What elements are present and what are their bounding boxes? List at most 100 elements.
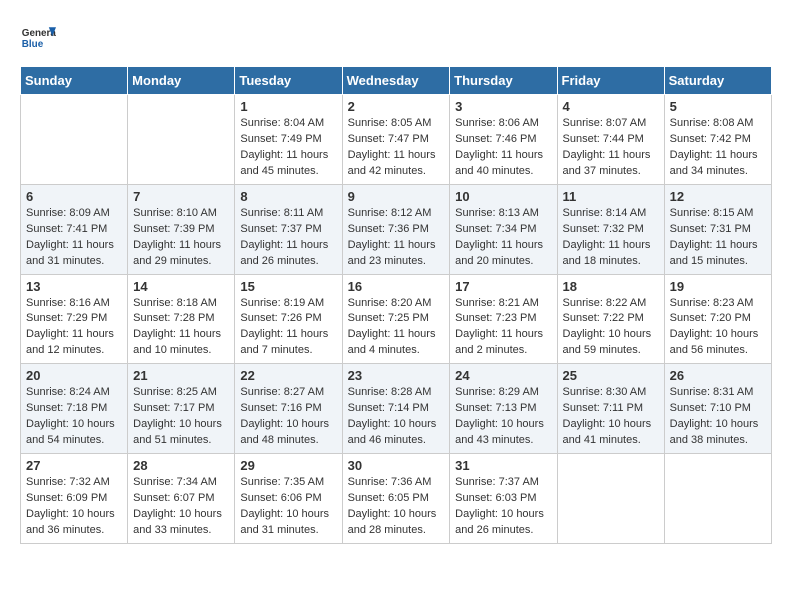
- day-info: Sunrise: 8:05 AM Sunset: 7:47 PM Dayligh…: [348, 116, 445, 180]
- day-number: 21: [133, 368, 229, 383]
- weekday-header: Saturday: [664, 67, 771, 95]
- calendar-cell: 7 Sunrise: 8:10 AM Sunset: 7:39 PM Daylig…: [128, 184, 235, 274]
- weekday-header: Sunday: [21, 67, 128, 95]
- calendar-cell: 27Sunrise: 7:32 AM Sunset: 6:09 PM Dayli…: [21, 454, 128, 544]
- calendar-cell: 12Sunrise: 8:15 AM Sunset: 7:31 PM Dayli…: [664, 184, 771, 274]
- day-number: 9: [348, 189, 445, 204]
- page-header: General Blue: [20, 20, 772, 56]
- day-number: 6: [26, 189, 122, 204]
- calendar-cell: 9 Sunrise: 8:12 AM Sunset: 7:36 PM Daylig…: [342, 184, 450, 274]
- calendar-header-row: SundayMondayTuesdayWednesdayThursdayFrid…: [21, 67, 772, 95]
- day-info: Sunrise: 8:28 AM Sunset: 7:14 PM Dayligh…: [348, 385, 445, 449]
- day-info: Sunrise: 8:20 AM Sunset: 7:25 PM Dayligh…: [348, 296, 445, 360]
- day-info: Sunrise: 8:19 AM Sunset: 7:26 PM Dayligh…: [240, 296, 336, 360]
- calendar-cell: 10 Sunrise: 8:13 AM Sunset: 7:34 PM Dayli…: [450, 184, 557, 274]
- weekday-header: Tuesday: [235, 67, 342, 95]
- calendar-cell: 23Sunrise: 8:28 AM Sunset: 7:14 PM Dayli…: [342, 364, 450, 454]
- calendar-week-row: 6 Sunrise: 8:09 AM Sunset: 7:41 PM Daylig…: [21, 184, 772, 274]
- calendar-cell: 6 Sunrise: 8:09 AM Sunset: 7:41 PM Daylig…: [21, 184, 128, 274]
- day-info: Sunrise: 8:11 AM Sunset: 7:37 PM Dayligh…: [240, 206, 336, 270]
- day-info: Sunrise: 8:27 AM Sunset: 7:16 PM Dayligh…: [240, 385, 336, 449]
- day-info: Sunrise: 7:37 AM Sunset: 6:03 PM Dayligh…: [455, 475, 551, 539]
- calendar-week-row: 27Sunrise: 7:32 AM Sunset: 6:09 PM Dayli…: [21, 454, 772, 544]
- calendar-cell: [664, 454, 771, 544]
- day-info: Sunrise: 8:24 AM Sunset: 7:18 PM Dayligh…: [26, 385, 122, 449]
- day-info: Sunrise: 8:23 AM Sunset: 7:20 PM Dayligh…: [670, 296, 766, 360]
- day-number: 13: [26, 279, 122, 294]
- day-number: 3: [455, 99, 551, 114]
- calendar-cell: 3 Sunrise: 8:06 AM Sunset: 7:46 PM Daylig…: [450, 95, 557, 185]
- calendar-cell: 29 Sunrise: 7:35 AM Sunset: 6:06 PM Dayli…: [235, 454, 342, 544]
- day-info: Sunrise: 7:36 AM Sunset: 6:05 PM Dayligh…: [348, 475, 445, 539]
- day-info: Sunrise: 8:29 AM Sunset: 7:13 PM Dayligh…: [455, 385, 551, 449]
- calendar-cell: 2 Sunrise: 8:05 AM Sunset: 7:47 PM Daylig…: [342, 95, 450, 185]
- day-info: Sunrise: 8:13 AM Sunset: 7:34 PM Dayligh…: [455, 206, 551, 270]
- day-number: 19: [670, 279, 766, 294]
- calendar-cell: 4 Sunrise: 8:07 AM Sunset: 7:44 PM Daylig…: [557, 95, 664, 185]
- day-info: Sunrise: 8:06 AM Sunset: 7:46 PM Dayligh…: [455, 116, 551, 180]
- day-info: Sunrise: 8:25 AM Sunset: 7:17 PM Dayligh…: [133, 385, 229, 449]
- svg-text:Blue: Blue: [22, 39, 44, 50]
- calendar-cell: 20 Sunrise: 8:24 AM Sunset: 7:18 PM Dayli…: [21, 364, 128, 454]
- day-number: 1: [240, 99, 336, 114]
- day-info: Sunrise: 8:08 AM Sunset: 7:42 PM Dayligh…: [670, 116, 766, 180]
- calendar-cell: [128, 95, 235, 185]
- day-number: 2: [348, 99, 445, 114]
- weekday-header: Monday: [128, 67, 235, 95]
- calendar-cell: 5 Sunrise: 8:08 AM Sunset: 7:42 PM Daylig…: [664, 95, 771, 185]
- day-number: 28: [133, 458, 229, 473]
- day-number: 18: [563, 279, 659, 294]
- calendar-week-row: 13Sunrise: 8:16 AM Sunset: 7:29 PM Dayli…: [21, 274, 772, 364]
- day-number: 12: [670, 189, 766, 204]
- day-number: 8: [240, 189, 336, 204]
- day-info: Sunrise: 8:21 AM Sunset: 7:23 PM Dayligh…: [455, 296, 551, 360]
- day-info: Sunrise: 8:30 AM Sunset: 7:11 PM Dayligh…: [563, 385, 659, 449]
- calendar-cell: 15Sunrise: 8:19 AM Sunset: 7:26 PM Dayli…: [235, 274, 342, 364]
- calendar-cell: 30 Sunrise: 7:36 AM Sunset: 6:05 PM Dayli…: [342, 454, 450, 544]
- logo-icon: General Blue: [20, 20, 56, 56]
- day-info: Sunrise: 7:34 AM Sunset: 6:07 PM Dayligh…: [133, 475, 229, 539]
- day-number: 31: [455, 458, 551, 473]
- calendar-cell: 8 Sunrise: 8:11 AM Sunset: 7:37 PM Daylig…: [235, 184, 342, 274]
- day-number: 26: [670, 368, 766, 383]
- day-number: 14: [133, 279, 229, 294]
- day-info: Sunrise: 8:10 AM Sunset: 7:39 PM Dayligh…: [133, 206, 229, 270]
- day-number: 7: [133, 189, 229, 204]
- day-number: 4: [563, 99, 659, 114]
- calendar-cell: 1 Sunrise: 8:04 AM Sunset: 7:49 PM Daylig…: [235, 95, 342, 185]
- calendar-cell: 31 Sunrise: 7:37 AM Sunset: 6:03 PM Dayli…: [450, 454, 557, 544]
- calendar-week-row: 1 Sunrise: 8:04 AM Sunset: 7:49 PM Daylig…: [21, 95, 772, 185]
- calendar-week-row: 20 Sunrise: 8:24 AM Sunset: 7:18 PM Dayli…: [21, 364, 772, 454]
- day-number: 29: [240, 458, 336, 473]
- day-number: 30: [348, 458, 445, 473]
- calendar-cell: 11Sunrise: 8:14 AM Sunset: 7:32 PM Dayli…: [557, 184, 664, 274]
- day-number: 10: [455, 189, 551, 204]
- day-number: 20: [26, 368, 122, 383]
- calendar-cell: 19 Sunrise: 8:23 AM Sunset: 7:20 PM Dayli…: [664, 274, 771, 364]
- day-info: Sunrise: 8:04 AM Sunset: 7:49 PM Dayligh…: [240, 116, 336, 180]
- day-number: 17: [455, 279, 551, 294]
- calendar-cell: 14 Sunrise: 8:18 AM Sunset: 7:28 PM Dayli…: [128, 274, 235, 364]
- day-info: Sunrise: 8:31 AM Sunset: 7:10 PM Dayligh…: [670, 385, 766, 449]
- calendar-cell: 24 Sunrise: 8:29 AM Sunset: 7:13 PM Dayli…: [450, 364, 557, 454]
- day-info: Sunrise: 7:35 AM Sunset: 6:06 PM Dayligh…: [240, 475, 336, 539]
- logo: General Blue: [20, 20, 60, 56]
- day-info: Sunrise: 8:18 AM Sunset: 7:28 PM Dayligh…: [133, 296, 229, 360]
- day-number: 22: [240, 368, 336, 383]
- day-info: Sunrise: 8:22 AM Sunset: 7:22 PM Dayligh…: [563, 296, 659, 360]
- calendar-cell: 26 Sunrise: 8:31 AM Sunset: 7:10 PM Dayli…: [664, 364, 771, 454]
- calendar-cell: 21 Sunrise: 8:25 AM Sunset: 7:17 PM Dayli…: [128, 364, 235, 454]
- day-info: Sunrise: 8:12 AM Sunset: 7:36 PM Dayligh…: [348, 206, 445, 270]
- day-number: 5: [670, 99, 766, 114]
- calendar-table: SundayMondayTuesdayWednesdayThursdayFrid…: [20, 66, 772, 544]
- day-number: 24: [455, 368, 551, 383]
- day-info: Sunrise: 8:07 AM Sunset: 7:44 PM Dayligh…: [563, 116, 659, 180]
- calendar-cell: 28 Sunrise: 7:34 AM Sunset: 6:07 PM Dayli…: [128, 454, 235, 544]
- day-number: 27: [26, 458, 122, 473]
- calendar-cell: 16Sunrise: 8:20 AM Sunset: 7:25 PM Dayli…: [342, 274, 450, 364]
- day-number: 25: [563, 368, 659, 383]
- day-info: Sunrise: 8:09 AM Sunset: 7:41 PM Dayligh…: [26, 206, 122, 270]
- calendar-cell: 25 Sunrise: 8:30 AM Sunset: 7:11 PM Dayli…: [557, 364, 664, 454]
- weekday-header: Thursday: [450, 67, 557, 95]
- calendar-cell: 18 Sunrise: 8:22 AM Sunset: 7:22 PM Dayli…: [557, 274, 664, 364]
